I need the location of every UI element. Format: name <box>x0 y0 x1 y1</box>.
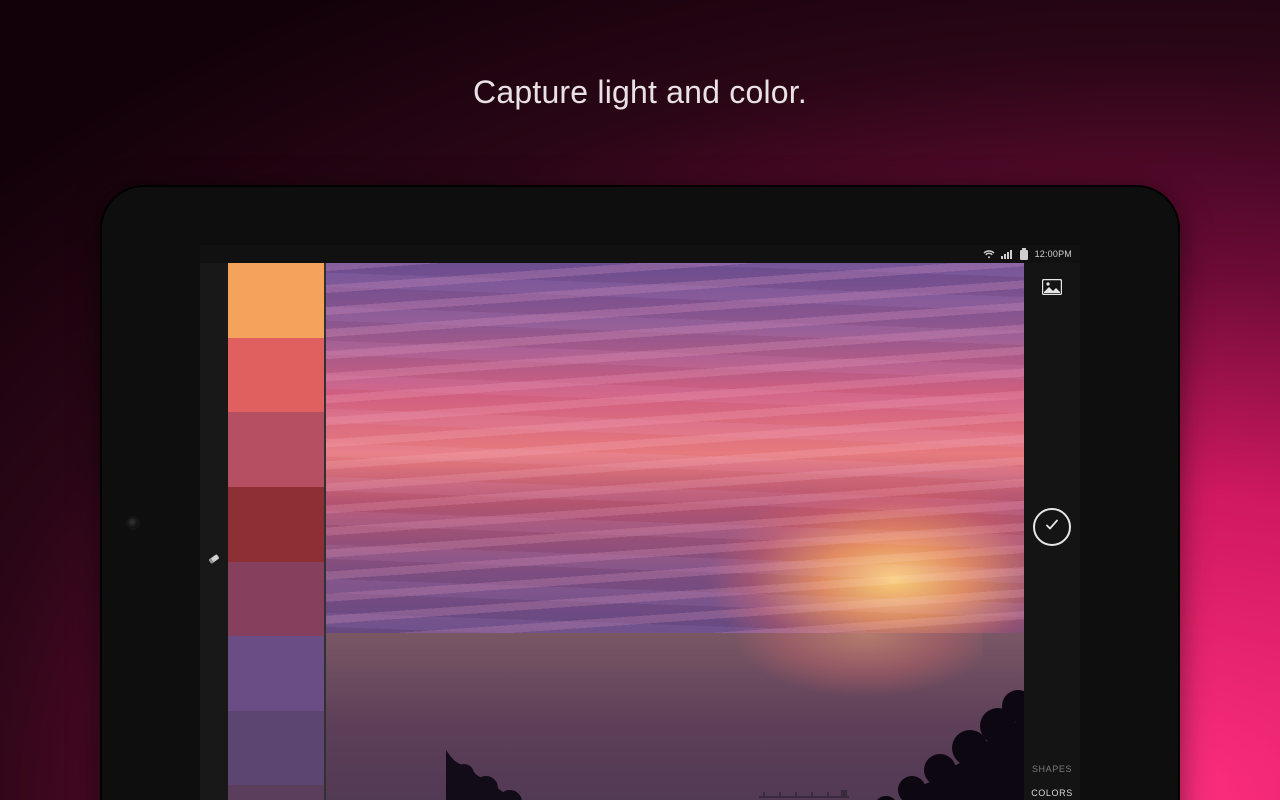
photo-canvas[interactable] <box>324 263 1024 800</box>
promo-stage: Capture light and color. 12:00PM <box>0 0 1280 800</box>
status-time: 12:00PM <box>1035 249 1072 259</box>
swatch-0[interactable] <box>228 263 324 338</box>
right-toolbar: SHAPES COLORS LOOKS PATTERNS <box>1024 263 1080 800</box>
app-root: SHAPES COLORS LOOKS PATTERNS <box>200 263 1080 800</box>
promo-tagline: Capture light and color. <box>0 74 1280 111</box>
status-bar: 12:00PM <box>200 245 1080 263</box>
signal-icon <box>1001 249 1013 259</box>
mode-tabs: SHAPES COLORS LOOKS PATTERNS <box>1024 754 1080 800</box>
color-swatch-column <box>228 263 324 800</box>
check-icon <box>1045 518 1059 537</box>
tablet-camera <box>128 518 138 528</box>
gallery-icon[interactable] <box>1042 279 1062 300</box>
tab-colors[interactable]: COLORS <box>1024 788 1080 798</box>
eraser-icon[interactable] <box>205 550 223 573</box>
swatch-2[interactable] <box>228 412 324 487</box>
tablet-frame: 12:00PM <box>100 185 1180 800</box>
battery-icon <box>1019 248 1029 260</box>
swatch-4[interactable] <box>228 562 324 637</box>
tablet-screen: 12:00PM <box>200 245 1080 800</box>
swatch-6[interactable] <box>228 711 324 786</box>
swatch-3[interactable] <box>228 487 324 562</box>
tree-right <box>794 584 1024 800</box>
left-toolbar <box>200 263 228 800</box>
confirm-button[interactable] <box>1033 508 1071 546</box>
swatch-7[interactable] <box>228 785 324 800</box>
swatch-5[interactable] <box>228 636 324 711</box>
swatch-1[interactable] <box>228 338 324 413</box>
tree-left <box>446 744 606 800</box>
wifi-icon <box>983 249 995 259</box>
tab-shapes[interactable]: SHAPES <box>1024 764 1080 774</box>
